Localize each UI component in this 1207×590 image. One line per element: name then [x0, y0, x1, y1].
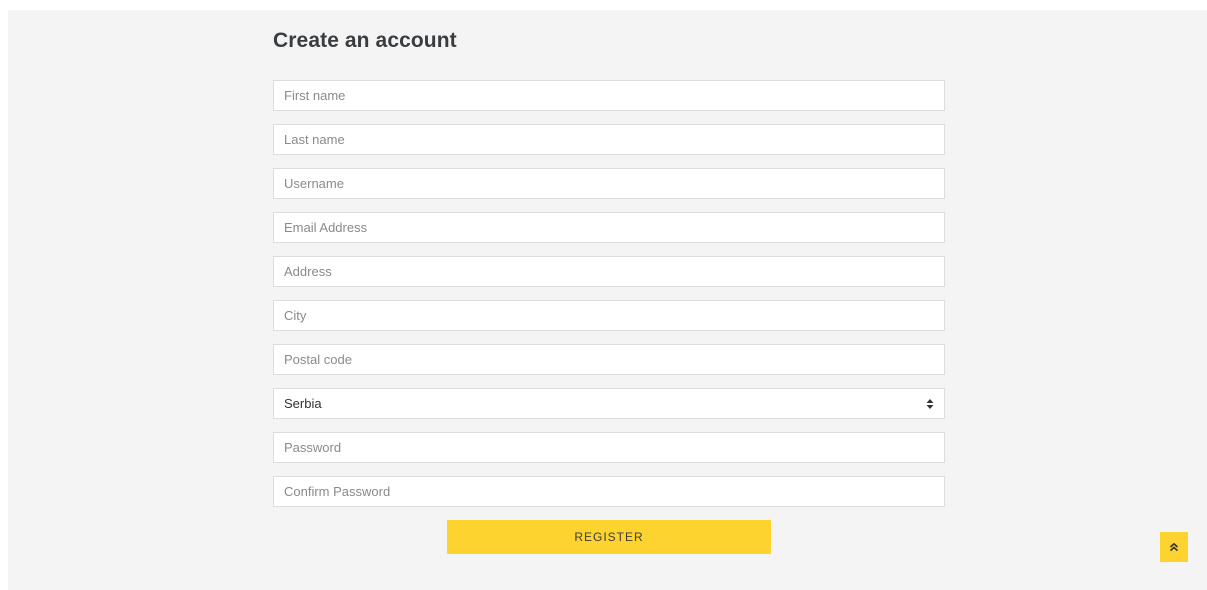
- sort-icon: [926, 398, 934, 409]
- first-name-input[interactable]: [274, 81, 944, 110]
- register-button[interactable]: REGISTER: [447, 520, 771, 554]
- back-to-top-button[interactable]: [1160, 532, 1188, 562]
- postal-code-field-wrap: [273, 344, 945, 375]
- address-field-wrap: [273, 256, 945, 287]
- confirm-password-field-wrap: [273, 476, 945, 507]
- email-input[interactable]: [274, 213, 944, 242]
- password-input[interactable]: [274, 433, 944, 462]
- password-field-wrap: [273, 432, 945, 463]
- chevron-double-up-icon: [1169, 542, 1179, 552]
- page-title: Create an account: [273, 29, 457, 52]
- postal-code-input[interactable]: [274, 345, 944, 374]
- last-name-field-wrap: [273, 124, 945, 155]
- confirm-password-input[interactable]: [274, 477, 944, 506]
- username-input[interactable]: [274, 169, 944, 198]
- city-field-wrap: [273, 300, 945, 331]
- register-panel: Create an account Serbia: [8, 10, 1207, 590]
- country-select-value: Serbia: [284, 396, 322, 411]
- first-name-field-wrap: [273, 80, 945, 111]
- username-field-wrap: [273, 168, 945, 199]
- country-select[interactable]: Serbia: [273, 388, 945, 419]
- city-input[interactable]: [274, 301, 944, 330]
- email-field-wrap: [273, 212, 945, 243]
- address-input[interactable]: [274, 257, 944, 286]
- last-name-input[interactable]: [274, 125, 944, 154]
